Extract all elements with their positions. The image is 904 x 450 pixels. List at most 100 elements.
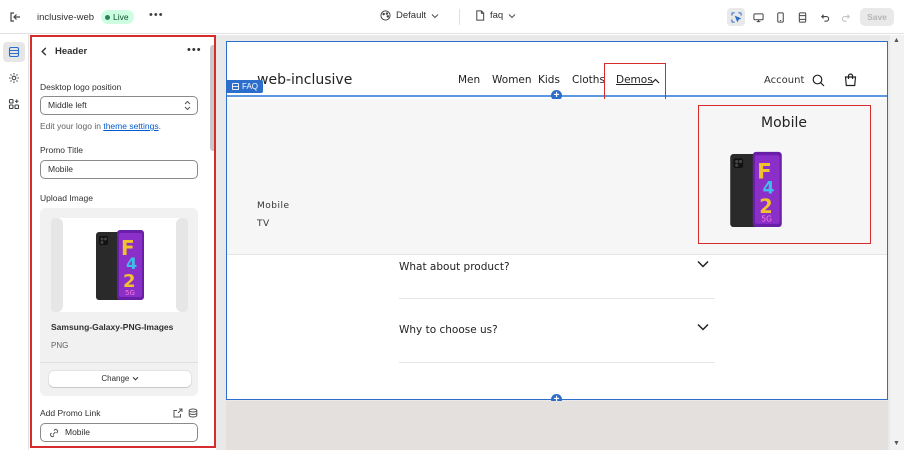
store-logo[interactable]: web-inclusive	[257, 72, 352, 88]
promo-phone-image: F 4 2 5G	[730, 151, 782, 228]
promo-link-input[interactable]: Mobile	[40, 423, 198, 442]
divider	[40, 362, 198, 363]
faq-question[interactable]: What about product?	[399, 260, 715, 273]
select-value: Middle left	[48, 100, 87, 110]
save-button[interactable]: Save	[860, 8, 894, 26]
page-label: faq	[490, 10, 504, 21]
help-suffix: .	[158, 121, 161, 131]
chevron-down-icon	[697, 323, 709, 331]
fullscreen-icon	[798, 11, 806, 23]
panel-header: Header	[40, 46, 87, 57]
desktop-logo-position-label: Desktop logo position	[40, 82, 122, 92]
nav-item-women[interactable]: Women	[492, 74, 532, 86]
preview-scrollbar[interactable]: ▲ ▼	[890, 35, 904, 450]
section-icon	[232, 83, 239, 90]
change-image-button[interactable]: Change	[49, 371, 191, 387]
help-prefix: Edit your logo in	[40, 121, 104, 131]
header-section[interactable]: web-inclusive Men Women Kids Cloths Demo…	[227, 42, 887, 101]
divider	[459, 9, 460, 25]
link-icon	[49, 427, 59, 444]
panel-more-button[interactable]: •••	[187, 44, 202, 56]
preview-canvas: web-inclusive Men Women Kids Cloths Demo…	[216, 35, 904, 450]
external-link-icon[interactable]	[173, 408, 183, 418]
editor-topbar: inclusive-web Live ••• Default faq Save	[0, 0, 904, 34]
divider	[399, 362, 715, 363]
undo-icon	[820, 13, 829, 22]
theme-settings-link[interactable]: theme settings	[103, 121, 158, 131]
more-options-button[interactable]: •••	[149, 9, 164, 21]
divider	[399, 298, 715, 299]
phone-image: F 4 2 5G	[96, 230, 144, 300]
apps-button[interactable]	[3, 94, 25, 114]
sections-icon	[8, 46, 20, 58]
mobile-icon	[776, 11, 784, 23]
select-chevron-icon	[184, 100, 191, 112]
faq-question[interactable]: Why to choose us?	[399, 323, 715, 336]
page-selector[interactable]: faq	[475, 10, 516, 21]
nav-item-kids[interactable]: Kids	[538, 74, 560, 86]
promo-link-actions	[173, 408, 198, 418]
theme-selector[interactable]: Default	[380, 10, 439, 21]
file-name: Samsung-Galaxy-PNG-Images	[51, 322, 174, 332]
chevron-down-icon	[431, 13, 439, 18]
exit-icon[interactable]	[8, 10, 22, 24]
header-settings-panel: Header ••• Desktop logo position Middle …	[30, 35, 216, 448]
database-icon[interactable]	[188, 408, 198, 418]
add-promo-link-label: Add Promo Link	[40, 408, 101, 418]
thumbnail-edge	[51, 218, 63, 312]
back-arrow-icon[interactable]	[40, 47, 48, 56]
live-status-text: Live	[113, 12, 129, 22]
scroll-down-icon[interactable]: ▼	[893, 440, 900, 447]
section-tag-label: FAQ	[242, 82, 259, 91]
redo-button[interactable]	[837, 8, 855, 26]
promo-block[interactable]: Mobile F 4 2 5G	[698, 105, 871, 244]
mega-menu-link-tv[interactable]: TV	[257, 219, 270, 229]
live-status-badge: Live	[101, 10, 134, 24]
image-upload-card: F 4 2 5G Samsung-Galaxy-PNG-Images PNG C…	[40, 208, 198, 396]
chevron-down-icon	[508, 13, 516, 18]
redo-icon	[841, 13, 850, 22]
cart-icon[interactable]	[844, 73, 857, 87]
apps-icon	[8, 98, 20, 110]
promo-title-input[interactable]: Mobile	[40, 160, 198, 179]
inspector-icon	[730, 11, 742, 23]
file-type: PNG	[51, 341, 69, 350]
mobile-view-button[interactable]	[771, 8, 789, 26]
search-icon[interactable]	[812, 74, 825, 87]
promo-link-value: Mobile	[65, 427, 91, 437]
desktop-logo-position-select[interactable]: Middle left	[40, 96, 198, 115]
fullscreen-view-button[interactable]	[793, 8, 811, 26]
faq-question-text: What about product?	[399, 261, 510, 273]
nav-item-cloths[interactable]: Cloths	[572, 74, 605, 86]
faq-question-text: Why to choose us?	[399, 324, 498, 336]
desktop-view-button[interactable]	[749, 8, 767, 26]
promo-title-label: Promo Title	[40, 145, 83, 155]
nav-item-men[interactable]: Men	[458, 74, 480, 86]
change-label: Change	[101, 374, 130, 383]
logo-help-text: Edit your logo in theme settings.	[40, 121, 161, 131]
scroll-up-icon[interactable]: ▲	[893, 37, 900, 44]
gear-icon	[9, 73, 19, 83]
account-link[interactable]: Account	[764, 75, 804, 86]
image-thumbnail[interactable]: F 4 2 5G	[51, 218, 188, 312]
sections-button[interactable]	[3, 42, 25, 62]
desktop-icon	[752, 12, 764, 22]
theme-label: Default	[396, 10, 427, 21]
svg-text:5G: 5G	[125, 289, 135, 297]
mega-menu-link-mobile[interactable]: Mobile	[257, 201, 290, 211]
preview-toolbar	[727, 8, 855, 26]
storefront-preview: web-inclusive Men Women Kids Cloths Demo…	[226, 41, 888, 405]
palette-icon	[380, 10, 391, 21]
upload-image-label: Upload Image	[40, 193, 93, 203]
editor-rail	[0, 34, 29, 450]
chevron-down-icon	[697, 260, 709, 268]
theme-settings-button[interactable]	[3, 68, 25, 88]
footer-section[interactable]	[226, 401, 888, 450]
inspector-toggle-button[interactable]	[727, 8, 745, 26]
page-icon	[476, 10, 485, 21]
section-tag[interactable]: FAQ	[227, 80, 264, 93]
store-name: inclusive-web	[37, 12, 95, 23]
mega-menu: Mobile TV Mobile F 4 2 5G	[227, 99, 887, 255]
undo-button[interactable]	[815, 8, 833, 26]
svg-text:5G: 5G	[761, 215, 772, 224]
